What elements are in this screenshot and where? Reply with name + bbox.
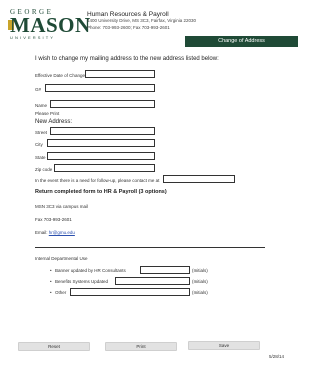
section-divider (35, 247, 265, 248)
effective-date-label: Effective Date of Change (35, 73, 85, 78)
email-prefix: Email: (35, 230, 49, 235)
save-button[interactable]: Save (188, 341, 260, 350)
reset-button[interactable]: Reset (18, 342, 90, 351)
office-name: Human Resources & Payroll (87, 11, 169, 18)
name-label: Name (35, 103, 48, 108)
revision-date: 5/28/14 (268, 354, 284, 359)
logo-bottom-text: UNIVERSITY (10, 35, 56, 40)
dept-benefits-initials-label: (Initials) (192, 279, 208, 284)
dept-other-initials-field[interactable] (70, 288, 190, 296)
zip-field[interactable] (54, 164, 155, 172)
name-field[interactable] (50, 100, 155, 108)
office-phone: Phone: 703-993-2600; Fax 703-993-2601 (87, 24, 170, 30)
dept-item-benefits: Benefits Systems Updated (50, 279, 108, 284)
city-field[interactable] (47, 139, 155, 147)
city-label: City (35, 142, 43, 147)
departmental-heading: Internal Departmental Use (35, 256, 88, 261)
return-heading: Return completed form to HR & Payroll (3… (35, 189, 167, 195)
gid-label: G# (35, 87, 42, 92)
dept-benefits-initials-field[interactable] (115, 277, 190, 285)
gid-field[interactable] (45, 84, 155, 92)
intro-text: I wish to change my mailing address to t… (35, 56, 219, 62)
dept-item-other: Other (50, 290, 66, 295)
form-title-banner: Change of Address (185, 36, 298, 47)
new-address-heading: New Address: (35, 119, 73, 125)
followup-contact-field[interactable] (163, 175, 235, 183)
zip-label: Zip code (35, 167, 53, 172)
street-field[interactable] (50, 127, 155, 135)
dept-item-banner: Banner updated by HR Consultants (50, 268, 126, 273)
dept-banner-initials-field[interactable] (140, 266, 190, 274)
return-option-mail: MSN 3C3 via campus mail (35, 204, 89, 209)
dept-banner-initials-label: (Initials) (192, 268, 208, 273)
please-print-note: Please Print (35, 111, 60, 116)
return-option-fax: Fax 703-993-2601 (35, 217, 72, 222)
return-option-email: Email: hr@gmu.edu (35, 230, 75, 235)
followup-text: In the event there is a need for follow-… (35, 178, 160, 183)
office-info: Human Resources & Payroll 4400 Universit… (87, 11, 196, 31)
email-link[interactable]: hr@gmu.edu (49, 230, 75, 235)
print-button[interactable]: Print (105, 342, 177, 351)
university-logo: GEORGE MASON UNIVERSITY (8, 8, 90, 42)
state-label: State (35, 155, 46, 160)
street-label: Street (35, 130, 48, 135)
dept-other-initials-label: (Initials) (192, 290, 208, 295)
form-title: Change of Address (218, 38, 265, 44)
state-field[interactable] (47, 152, 155, 160)
effective-date-field[interactable] (85, 70, 155, 78)
office-address: 4400 University Drive, MS 3C3, Fairfax, … (87, 18, 196, 23)
